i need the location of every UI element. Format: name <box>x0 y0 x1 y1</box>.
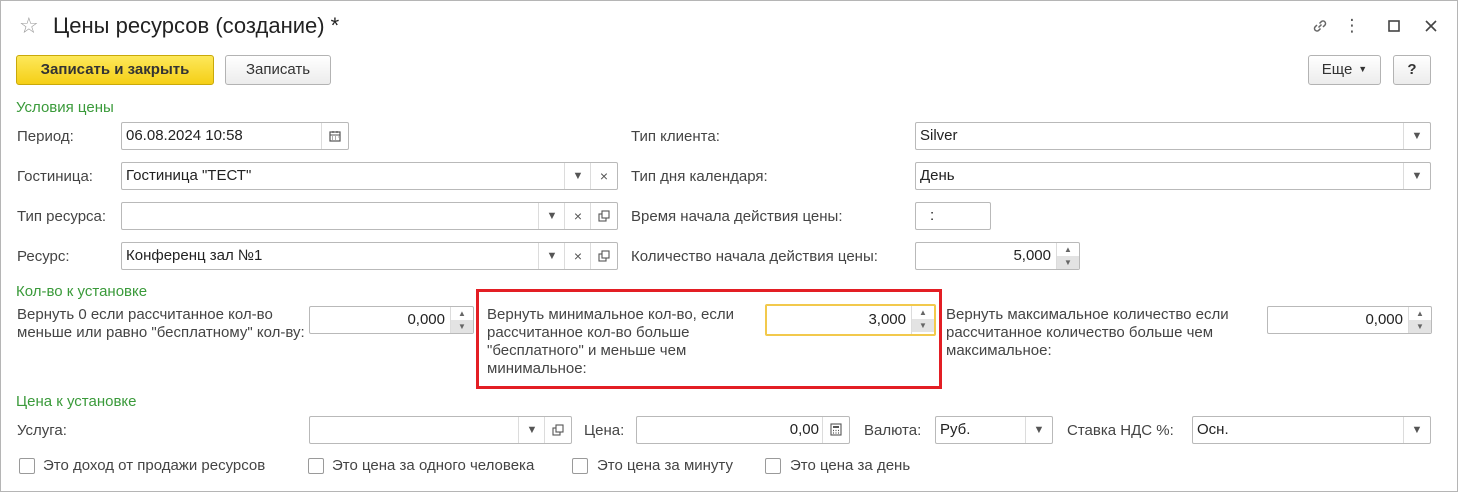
start-time-field[interactable]: : <box>915 202 991 230</box>
qty-zero-stepper[interactable]: ▲ ▼ <box>450 307 473 333</box>
checkbox-resource-income-label: Это доход от продажи ресурсов <box>43 457 266 474</box>
start-qty-label: Количество начала действия цены: <box>631 248 878 265</box>
qty-min-label: Вернуть минимальное кол-во, если рассчит… <box>487 306 734 377</box>
spin-down-icon[interactable]: ▼ <box>1057 256 1079 269</box>
resource-value: Конференц зал №1 <box>126 247 263 264</box>
vat-field[interactable]: Осн. ▼ <box>1192 416 1431 444</box>
vat-value: Осн. <box>1197 421 1229 438</box>
open-form-icon[interactable] <box>544 417 571 443</box>
open-form-icon[interactable] <box>590 203 617 229</box>
link-icon[interactable] <box>1307 13 1333 39</box>
period-label: Период: <box>17 128 74 145</box>
resource-type-field[interactable]: ▼ × <box>121 202 618 230</box>
day-type-label: Тип дня календаря: <box>631 168 768 185</box>
help-button[interactable]: ? <box>1393 55 1431 85</box>
start-qty-field[interactable]: 5,000 ▲ ▼ <box>915 242 1080 270</box>
calendar-icon[interactable] <box>321 123 348 149</box>
qty-zero-field[interactable]: 0,000 ▲ ▼ <box>309 306 474 334</box>
hotel-label: Гостиница: <box>17 168 93 185</box>
service-field[interactable]: ▼ <box>309 416 572 444</box>
save-button[interactable]: Записать <box>225 55 331 85</box>
spin-up-icon[interactable]: ▲ <box>1409 307 1431 320</box>
checkbox-per-day[interactable] <box>765 458 781 474</box>
checkbox-per-person[interactable] <box>308 458 324 474</box>
period-value: 06.08.2024 10:58 <box>126 127 243 144</box>
resource-field[interactable]: Конференц зал №1 ▼ × <box>121 242 618 270</box>
client-type-label: Тип клиента: <box>631 128 720 145</box>
more-button-label: Еще <box>1321 61 1353 78</box>
price-value: 0,00 <box>789 421 819 438</box>
checkbox-per-person-label: Это цена за одного человека <box>332 457 535 474</box>
currency-label: Валюта: <box>864 422 922 439</box>
service-label: Услуга: <box>17 422 67 439</box>
star-icon[interactable]: ☆ <box>19 14 43 38</box>
spin-down-icon[interactable]: ▼ <box>912 319 934 332</box>
qty-max-stepper[interactable]: ▲ ▼ <box>1408 307 1431 333</box>
chevron-down-icon[interactable]: ▼ <box>1403 123 1430 149</box>
hotel-field[interactable]: Гостиница "ТЕСТ" ▼ × <box>121 162 618 190</box>
qty-min-field[interactable]: 3,000 ▲ ▼ <box>765 304 936 336</box>
chevron-down-icon[interactable]: ▼ <box>538 203 565 229</box>
section-price-conditions: Условия цены <box>16 99 114 116</box>
chevron-down-icon[interactable]: ▼ <box>538 243 565 269</box>
section-quantity: Кол-во к установке <box>16 283 148 300</box>
spin-up-icon[interactable]: ▲ <box>1057 243 1079 256</box>
resource-type-label: Тип ресурса: <box>17 208 107 225</box>
chevron-down-icon[interactable]: ▼ <box>1025 417 1052 443</box>
vat-label: Ставка НДС %: <box>1067 422 1174 439</box>
chevron-down-icon[interactable]: ▼ <box>518 417 545 443</box>
checkbox-per-minute-label: Это цена за минуту <box>597 457 733 474</box>
calculator-icon[interactable] <box>822 417 849 443</box>
spin-down-icon[interactable]: ▼ <box>1409 320 1431 333</box>
client-type-field[interactable]: Silver ▼ <box>915 122 1431 150</box>
spin-up-icon[interactable]: ▲ <box>912 306 934 319</box>
spin-up-icon[interactable]: ▲ <box>451 307 473 320</box>
more-button[interactable]: Еще ▼ <box>1308 55 1381 85</box>
client-type-value: Silver <box>920 127 958 144</box>
section-price: Цена к установке <box>16 393 137 410</box>
spin-down-icon[interactable]: ▼ <box>451 320 473 333</box>
save-and-close-button[interactable]: Записать и закрыть <box>16 55 214 85</box>
checkbox-per-minute[interactable] <box>572 458 588 474</box>
chevron-down-icon: ▼ <box>1358 64 1368 74</box>
clear-icon[interactable]: × <box>564 243 591 269</box>
period-field[interactable]: 06.08.2024 10:58 <box>121 122 349 150</box>
clear-icon[interactable]: × <box>590 163 617 189</box>
qty-min-stepper[interactable]: ▲ ▼ <box>911 306 934 334</box>
chevron-down-icon[interactable]: ▼ <box>1403 417 1430 443</box>
hotel-value: Гостиница "ТЕСТ" <box>126 167 252 184</box>
day-type-value: День <box>920 167 955 184</box>
maximize-icon[interactable] <box>1381 13 1407 39</box>
start-qty-stepper[interactable]: ▲ ▼ <box>1056 243 1079 269</box>
close-icon[interactable] <box>1418 13 1444 39</box>
checkbox-resource-income[interactable] <box>19 458 35 474</box>
currency-field[interactable]: Руб. ▼ <box>935 416 1053 444</box>
price-field[interactable]: 0,00 <box>636 416 850 444</box>
price-label: Цена: <box>584 422 625 439</box>
day-type-field[interactable]: День ▼ <box>915 162 1431 190</box>
page-title: Цены ресурсов (создание) * <box>53 13 340 38</box>
qty-zero-label: Вернуть 0 если рассчитанное кол-во меньш… <box>17 306 305 341</box>
clear-icon[interactable]: × <box>564 203 591 229</box>
qty-min-value: 3,000 <box>868 311 906 328</box>
qty-zero-value: 0,000 <box>407 311 445 328</box>
qty-max-value: 0,000 <box>1365 311 1403 328</box>
start-qty-value: 5,000 <box>1013 247 1051 264</box>
checkbox-per-day-label: Это цена за день <box>790 457 911 474</box>
chevron-down-icon[interactable]: ▼ <box>1403 163 1430 189</box>
start-time-label: Время начала действия цены: <box>631 208 843 225</box>
chevron-down-icon[interactable]: ▼ <box>564 163 591 189</box>
more-vertical-icon[interactable]: ⋮ <box>1339 13 1365 39</box>
open-form-icon[interactable] <box>590 243 617 269</box>
start-time-value: : <box>930 207 935 224</box>
resource-label: Ресурс: <box>17 248 70 265</box>
qty-max-field[interactable]: 0,000 ▲ ▼ <box>1267 306 1432 334</box>
currency-value: Руб. <box>940 421 971 438</box>
qty-max-label: Вернуть максимальное количество если рас… <box>946 306 1229 359</box>
